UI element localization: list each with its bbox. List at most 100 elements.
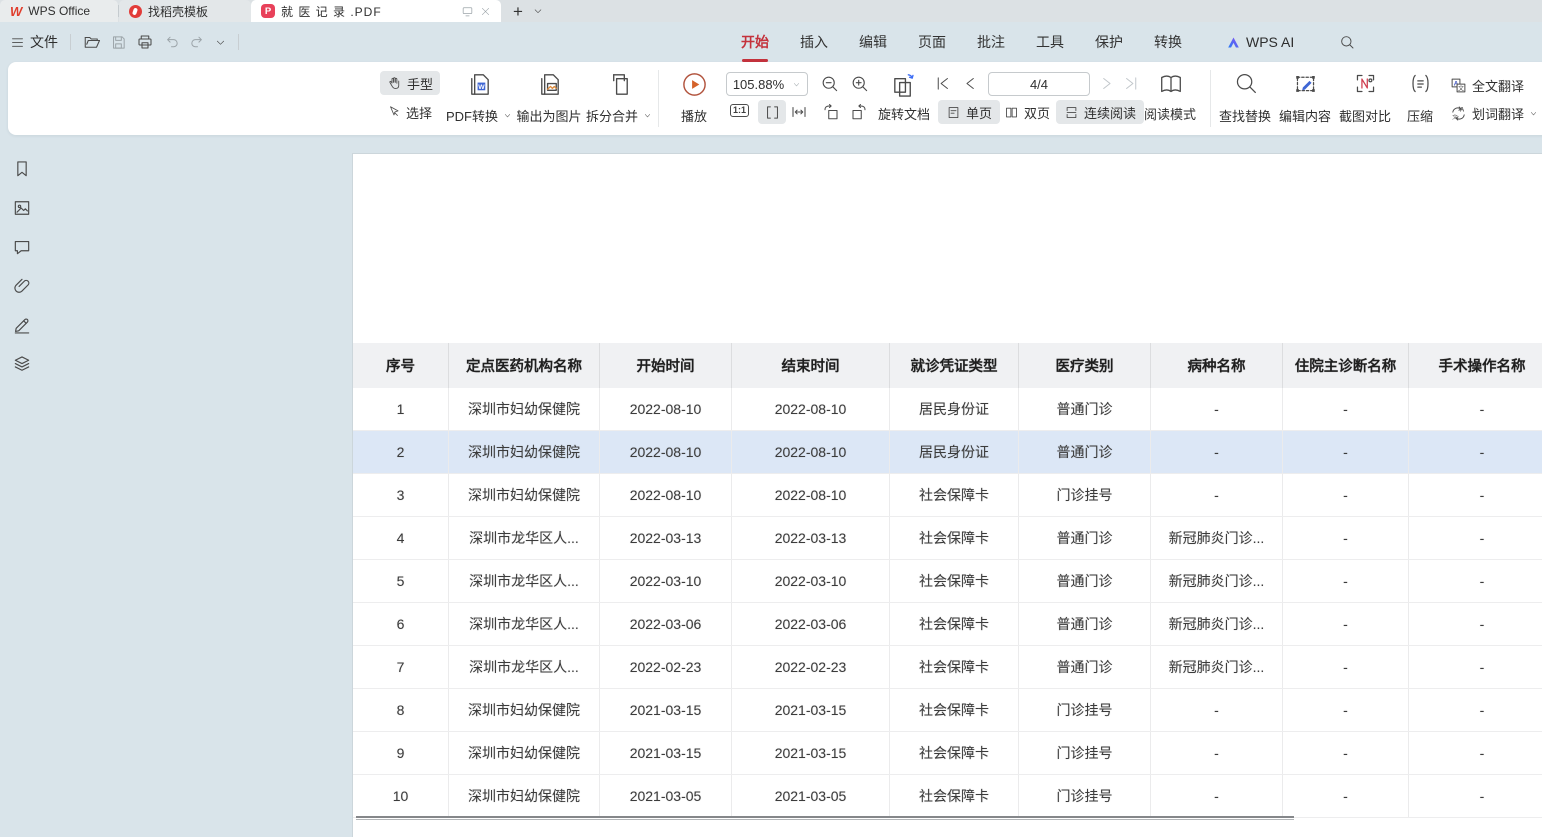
first-page-button[interactable] xyxy=(934,75,951,92)
menu-bar: 文件 开始 插入 编辑 页面 批注 工具 保护 转换 WPS AI xyxy=(0,22,1542,62)
word-translate-button[interactable]: A文 划词翻译 xyxy=(1450,102,1538,124)
fit-page-button[interactable] xyxy=(758,100,786,124)
tab-wps-office[interactable]: W WPS Office xyxy=(0,0,118,22)
table-row[interactable]: 7深圳市龙华区人...2022-02-232022-02-23社会保障卡普通门诊… xyxy=(353,646,1542,689)
undo-icon[interactable] xyxy=(163,34,180,51)
table-row[interactable]: 4深圳市龙华区人...2022-03-132022-03-13社会保障卡普通门诊… xyxy=(353,517,1542,560)
find-replace-button[interactable]: 查找替换 xyxy=(1215,70,1275,128)
table-cell: 新冠肺炎门诊... xyxy=(1151,517,1283,559)
table-cell: - xyxy=(1283,517,1409,559)
page-number-input[interactable]: 4/4 xyxy=(988,72,1090,96)
enter-fullscreen-icon[interactable] xyxy=(461,5,474,18)
full-text-translate-button[interactable]: A文 全文翻译 xyxy=(1450,74,1524,96)
rotate-right-button[interactable] xyxy=(850,103,868,121)
layers-panel-icon[interactable] xyxy=(12,354,32,374)
print-icon[interactable] xyxy=(136,33,154,51)
ribbon-tab-comment[interactable]: 批注 xyxy=(976,30,1006,54)
new-tab-button[interactable]: + xyxy=(513,3,523,20)
export-image-icon xyxy=(536,71,563,98)
zoom-in-button[interactable] xyxy=(850,74,869,93)
table-cell: 社会保障卡 xyxy=(890,775,1019,817)
fit-width-button[interactable] xyxy=(790,103,808,121)
split-merge-button[interactable]: 拆分合并 xyxy=(571,70,667,128)
svg-text:W: W xyxy=(478,84,485,91)
file-menu-button[interactable]: 文件 xyxy=(10,32,58,52)
table-cell: 2022-08-10 xyxy=(600,431,732,473)
attachments-panel-icon[interactable] xyxy=(12,276,32,296)
read-mode-icon[interactable] xyxy=(1158,71,1184,97)
tab-document-active[interactable]: P 就 医 记 录 .PDF xyxy=(251,0,501,22)
comments-panel-icon[interactable] xyxy=(12,237,32,257)
ribbon-tab-edit[interactable]: 编辑 xyxy=(858,30,888,54)
pdf-page[interactable]: 序号定点医药机构名称开始时间结束时间就诊凭证类型医疗类别病种名称住院主诊断名称手… xyxy=(352,153,1542,837)
svg-text:A: A xyxy=(1460,107,1465,113)
edit-content-button[interactable]: 编辑内容 xyxy=(1275,70,1335,128)
table-cell: - xyxy=(1283,560,1409,602)
read-mode-label[interactable]: 阅读模式 xyxy=(1144,104,1196,123)
table-row[interactable]: 5深圳市龙华区人...2022-03-102022-03-10社会保障卡普通门诊… xyxy=(353,560,1542,603)
table-cell: 2 xyxy=(353,431,449,473)
table-cell: - xyxy=(1283,388,1409,430)
table-cell: 2022-08-10 xyxy=(732,431,890,473)
signature-panel-icon[interactable] xyxy=(12,315,32,335)
table-row[interactable]: 2深圳市妇幼保健院2022-08-102022-08-10居民身份证普通门诊--… xyxy=(353,431,1542,474)
table-cell: 普通门诊 xyxy=(1019,517,1151,559)
thumbnails-panel-icon[interactable] xyxy=(12,198,32,218)
table-cell: - xyxy=(1409,732,1542,774)
column-header: 手术操作名称 xyxy=(1409,343,1542,388)
chevron-down-icon xyxy=(792,80,801,89)
tab-template-store[interactable]: 找稻壳模板 xyxy=(119,0,251,22)
save-icon[interactable] xyxy=(110,34,127,51)
table-cell: 深圳市龙华区人... xyxy=(449,517,600,559)
table-row[interactable]: 3深圳市妇幼保健院2022-08-102022-08-10社会保障卡门诊挂号--… xyxy=(353,474,1542,517)
table-cell: 居民身份证 xyxy=(890,431,1019,473)
zoom-out-button[interactable] xyxy=(820,74,839,93)
table-row[interactable]: 8深圳市妇幼保健院2021-03-152021-03-15社会保障卡门诊挂号--… xyxy=(353,689,1542,732)
table-cell: 社会保障卡 xyxy=(890,646,1019,688)
rotate-left-button[interactable] xyxy=(822,103,840,121)
compress-button[interactable]: 压缩 xyxy=(1395,70,1445,128)
more-commands-chevron-icon[interactable] xyxy=(215,37,226,48)
table-cell: 门诊挂号 xyxy=(1019,732,1151,774)
table-cell: 2022-08-10 xyxy=(600,474,732,516)
table-cell: 深圳市妇幼保健院 xyxy=(449,431,600,473)
open-folder-icon[interactable] xyxy=(83,33,101,51)
table-cell: 普通门诊 xyxy=(1019,388,1151,430)
table-cell: 5 xyxy=(353,560,449,602)
play-slideshow-button[interactable]: 播放 xyxy=(670,70,718,128)
actual-size-button[interactable]: 1:1 xyxy=(730,104,749,117)
table-row[interactable]: 1深圳市妇幼保健院2022-08-102022-08-10居民身份证普通门诊--… xyxy=(353,388,1542,431)
ribbon-search-button[interactable] xyxy=(1339,34,1355,50)
ribbon-tab-convert[interactable]: 转换 xyxy=(1153,30,1183,54)
table-cell: 深圳市妇幼保健院 xyxy=(449,732,600,774)
bookmarks-panel-icon[interactable] xyxy=(12,159,32,179)
last-page-button[interactable] xyxy=(1123,75,1140,92)
ribbon-tab-tools[interactable]: 工具 xyxy=(1035,30,1065,54)
ribbon-tab-home[interactable]: 开始 xyxy=(740,30,770,54)
table-row[interactable]: 6深圳市龙华区人...2022-03-062022-03-06社会保障卡普通门诊… xyxy=(353,603,1542,646)
ribbon-tab-protect[interactable]: 保护 xyxy=(1094,30,1124,54)
close-tab-icon[interactable] xyxy=(480,6,491,17)
organize-pages-icon[interactable] xyxy=(890,71,917,98)
tab-list-chevron-icon[interactable] xyxy=(533,6,543,16)
single-page-button[interactable]: 单页 xyxy=(938,100,1000,124)
redo-icon[interactable] xyxy=(189,34,206,51)
wps-ai-button[interactable]: WPS AI xyxy=(1226,34,1294,50)
ribbon-tab-insert[interactable]: 插入 xyxy=(799,30,829,54)
ribbon-tab-page[interactable]: 页面 xyxy=(917,30,947,54)
continuous-read-button[interactable]: 连续阅读 xyxy=(1056,100,1144,124)
zoom-level-select[interactable]: 105.88% xyxy=(726,72,808,96)
table-row[interactable]: 10深圳市妇幼保健院2021-03-052021-03-05社会保障卡门诊挂号-… xyxy=(353,775,1542,818)
screenshot-compare-button[interactable]: 截图对比 xyxy=(1335,70,1395,128)
medical-records-table: 序号定点医药机构名称开始时间结束时间就诊凭证类型医疗类别病种名称住院主诊断名称手… xyxy=(353,343,1542,818)
rotate-document-button[interactable]: 旋转文档 xyxy=(878,104,930,123)
table-cell: 2021-03-15 xyxy=(732,732,890,774)
double-page-label: 双页 xyxy=(1024,103,1050,122)
next-page-button[interactable] xyxy=(1098,75,1115,92)
table-cell: 新冠肺炎门诊... xyxy=(1151,646,1283,688)
table-cell: 2021-03-05 xyxy=(600,775,732,817)
table-row[interactable]: 9深圳市妇幼保健院2021-03-152021-03-15社会保障卡门诊挂号--… xyxy=(353,732,1542,775)
select-tool-label: 选择 xyxy=(406,103,432,122)
table-cell: - xyxy=(1151,474,1283,516)
previous-page-button[interactable] xyxy=(962,75,979,92)
